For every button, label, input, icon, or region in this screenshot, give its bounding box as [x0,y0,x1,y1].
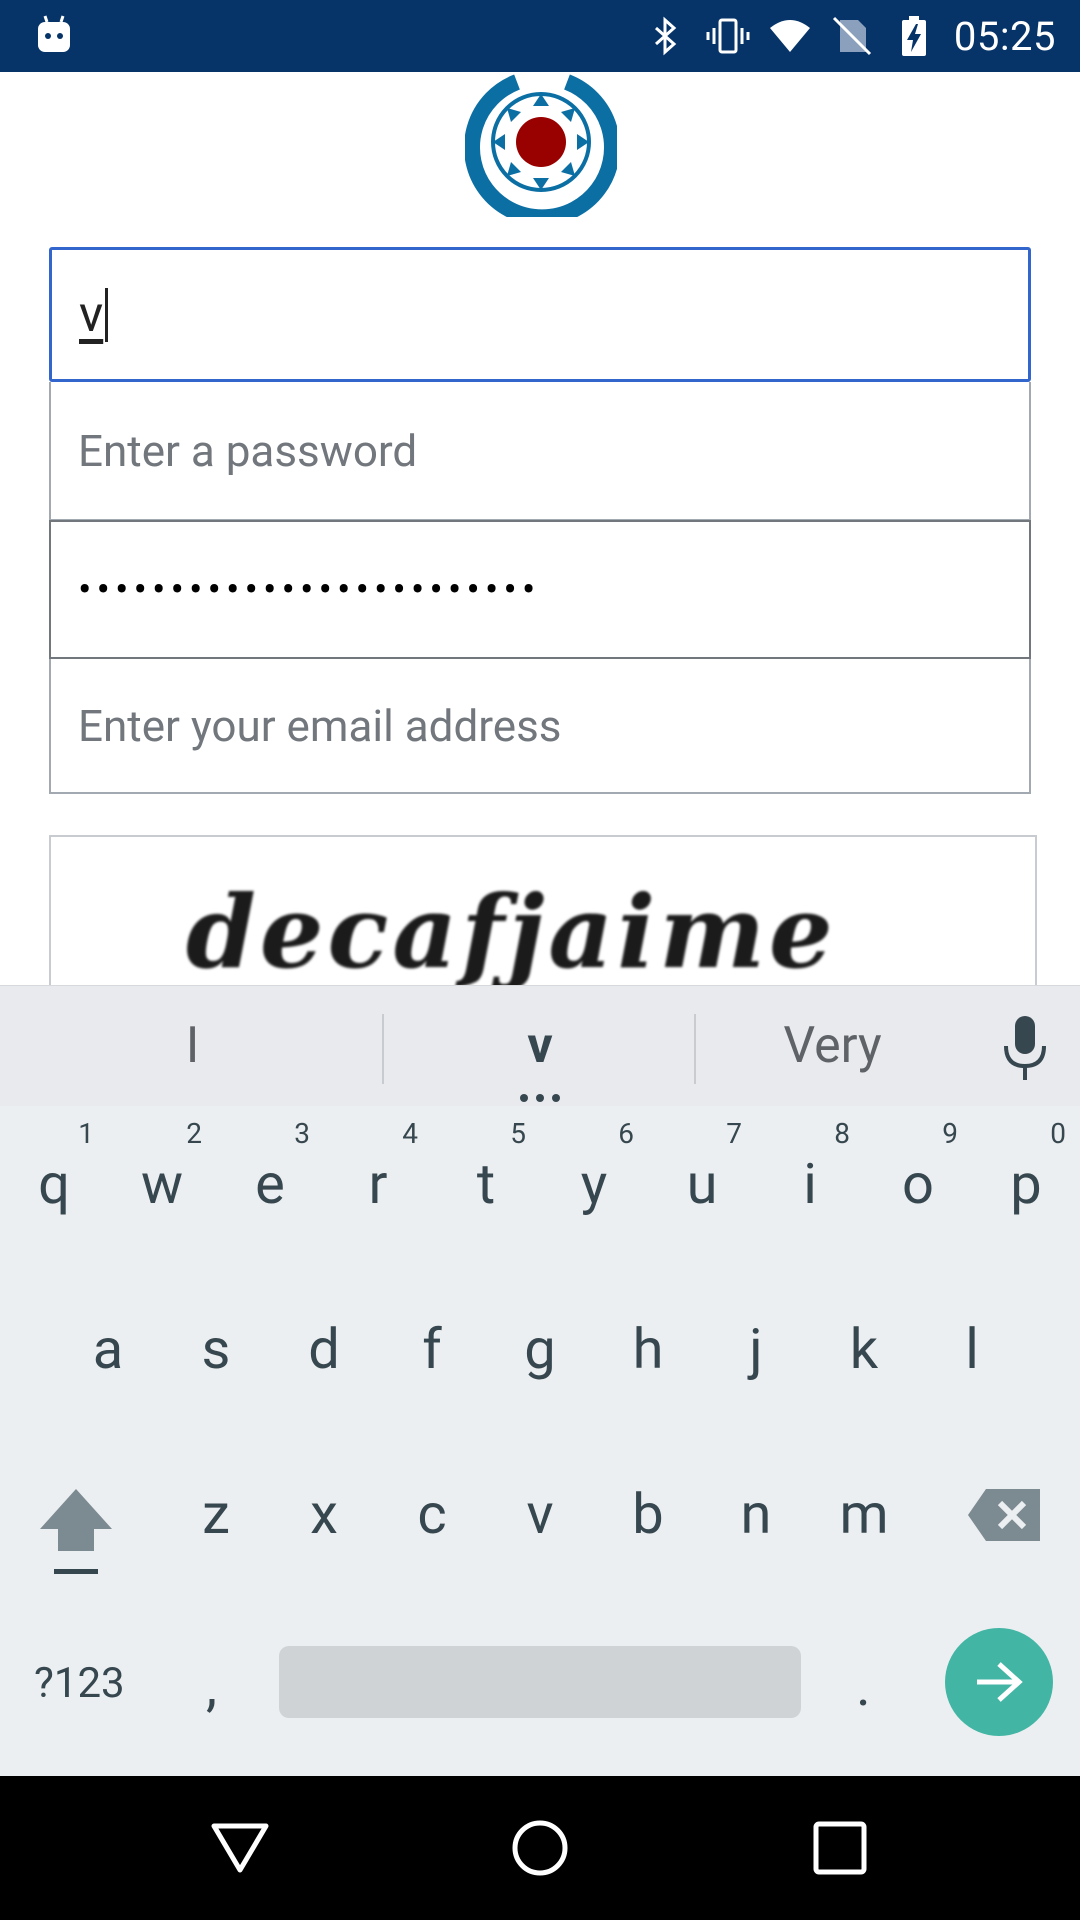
soft-keyboard: I v Very 1q 2w 3e 4r 5t 6y 7u 8i 9o 0p a… [0,985,1080,1776]
microphone-icon[interactable] [1000,1014,1050,1084]
recents-icon[interactable] [810,1818,870,1878]
android-notification-icon [36,14,72,58]
no-sim-icon [832,16,871,56]
suggestion-strip: I v Very [0,985,1080,1106]
period-key[interactable]: . [856,1653,871,1719]
enter-button[interactable] [945,1628,1053,1736]
username-value: v [79,285,104,344]
space-bar[interactable] [279,1646,801,1718]
key-k[interactable]: k [810,1270,918,1430]
arrow-right-icon [977,1662,1023,1702]
key-o[interactable]: 9o [864,1105,972,1265]
key-m[interactable]: m [810,1435,918,1595]
key-z[interactable]: z [162,1435,270,1595]
clock: 05:25 [953,12,1056,60]
email-placeholder: Enter your email address [78,699,562,752]
captcha-text: decafjaime [186,873,837,985]
back-icon[interactable] [210,1818,270,1878]
home-icon[interactable] [510,1818,570,1878]
key-t[interactable]: 5t [432,1105,540,1265]
wifi-icon [769,20,810,52]
key-d[interactable]: d [270,1270,378,1430]
bluetooth-icon [654,16,677,56]
vibrate-icon [706,18,750,54]
key-j[interactable]: j [702,1270,810,1430]
shift-key-icon[interactable] [36,1485,116,1575]
key-q[interactable]: 1q [0,1105,108,1265]
suggestion-divider [382,1014,384,1084]
wikimedia-commons-logo [465,74,617,217]
text-cursor [105,287,109,342]
email-input[interactable]: Enter your email address [49,659,1031,794]
key-r[interactable]: 4r [324,1105,432,1265]
key-c[interactable]: c [378,1435,486,1595]
key-b[interactable]: b [594,1435,702,1595]
backspace-icon[interactable] [966,1487,1042,1543]
key-s[interactable]: s [162,1270,270,1430]
comma-key[interactable]: , [206,1653,217,1719]
key-g[interactable]: g [486,1270,594,1430]
suggestion-center[interactable]: v [385,986,695,1106]
key-n[interactable]: n [702,1435,810,1595]
password-placeholder: Enter a password [78,424,418,477]
password-input[interactable]: Enter a password [49,382,1031,521]
key-v[interactable]: v [486,1435,594,1595]
key-e[interactable]: 3e [216,1105,324,1265]
password-confirm-dots: ••••••••••••••••••••••••• [78,566,541,613]
status-bar: 05:25 [0,0,1080,72]
key-i[interactable]: 8i [756,1105,864,1265]
symbols-key[interactable]: ?123 [34,1659,125,1708]
key-a[interactable]: a [54,1270,162,1430]
key-w[interactable]: 2w [108,1105,216,1265]
battery-charging-icon [901,16,926,56]
key-p[interactable]: 0p [972,1105,1080,1265]
key-u[interactable]: 7u [648,1105,756,1265]
key-l[interactable]: l [918,1270,1026,1430]
key-h[interactable]: h [594,1270,702,1430]
suggestion-left[interactable]: I [0,986,385,1106]
captcha-image: decafjaime [49,835,1037,985]
password-confirm-input[interactable]: ••••••••••••••••••••••••• [49,520,1031,659]
key-f[interactable]: f [378,1270,486,1430]
username-input[interactable]: v [49,247,1031,382]
key-x[interactable]: x [270,1435,378,1595]
key-y[interactable]: 6y [540,1105,648,1265]
more-suggestions-indicator[interactable] [520,1094,560,1102]
suggestion-right[interactable]: Very [695,986,970,1106]
navigation-bar [0,1776,1080,1920]
